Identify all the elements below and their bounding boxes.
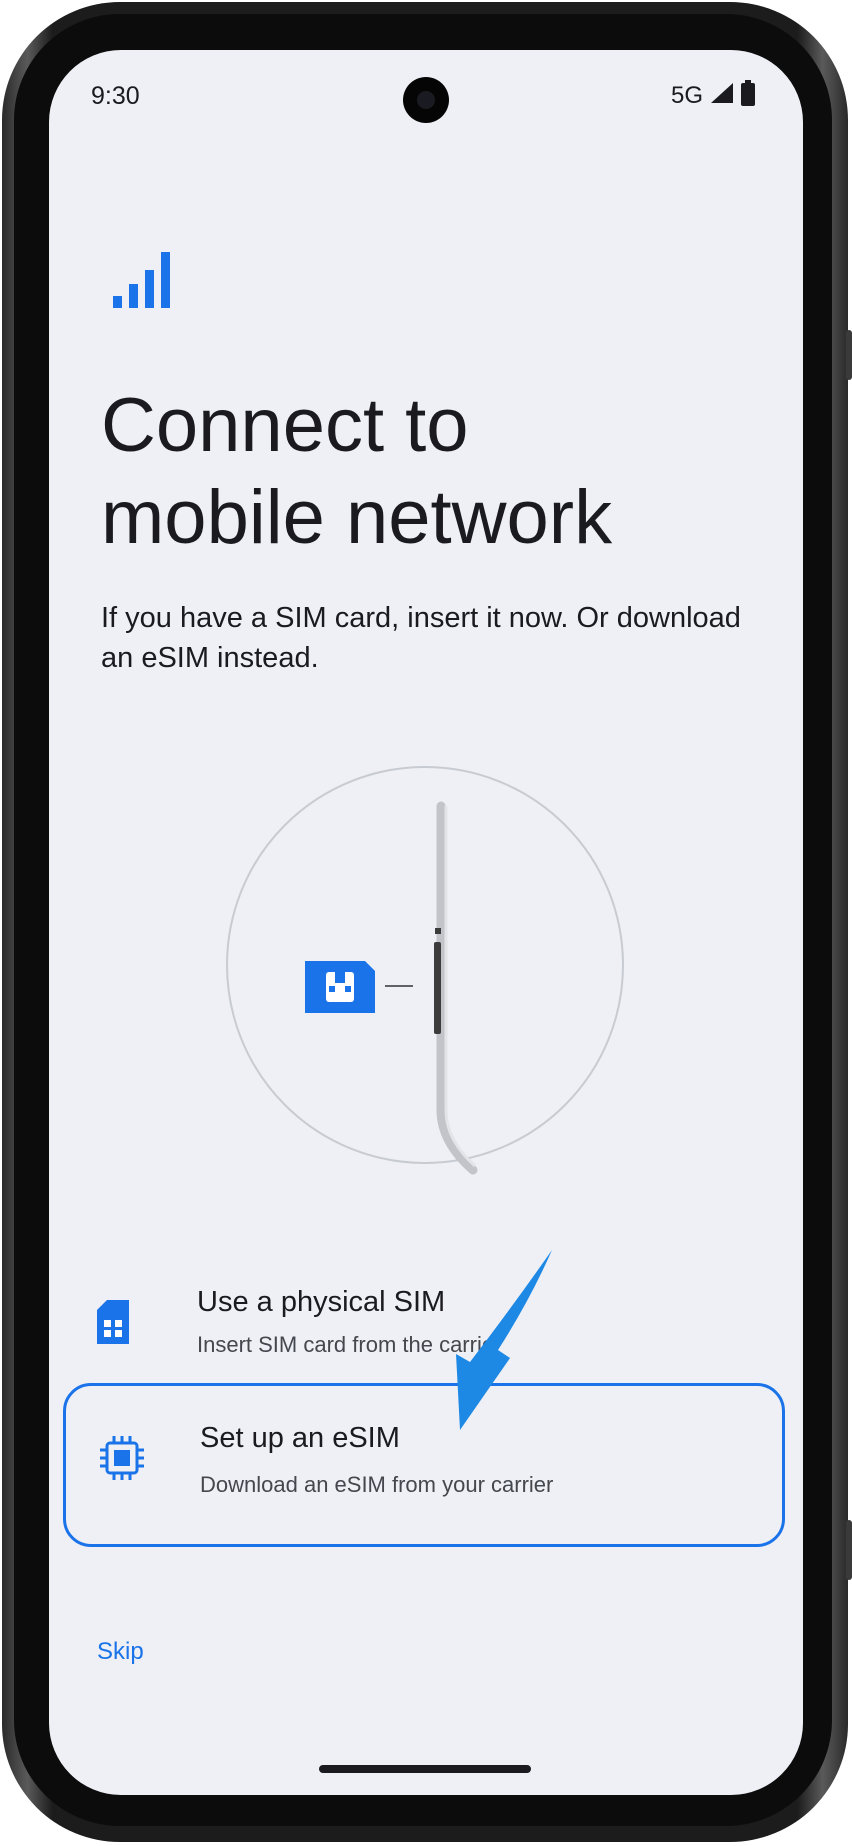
option-esim[interactable]: Set up an eSIM Download an eSIM from you…: [63, 1383, 785, 1547]
title-line-2: mobile network: [101, 475, 613, 560]
annotation-arrow-icon: [440, 1240, 560, 1445]
side-button: [846, 330, 852, 380]
side-button: [846, 1520, 852, 1580]
page-subtitle: If you have a SIM card, insert it now. O…: [101, 602, 741, 674]
home-indicator[interactable]: [319, 1765, 531, 1773]
signal-bars-icon: [113, 250, 173, 315]
option-description: Download an eSIM from your carrier: [200, 1472, 554, 1497]
phone-device: 9:30 5G Connect to mobile network If you…: [0, 0, 852, 1846]
status-time: 9:30: [91, 82, 140, 110]
front-camera: [403, 77, 449, 123]
skip-button[interactable]: Skip: [97, 1638, 144, 1666]
sim-insert-illustration: [225, 750, 625, 1180]
status-icons: 5G: [671, 80, 755, 111]
title-line-1: Connect to: [101, 383, 469, 468]
chip-icon: [100, 1436, 144, 1485]
sim-card-icon: [97, 1300, 129, 1349]
setup-screen: 9:30 5G Connect to mobile network If you…: [49, 50, 803, 1795]
option-title: Set up an eSIM: [200, 1422, 400, 1454]
page-title: Connect to mobile network: [101, 380, 751, 564]
sim-card-icon: [305, 961, 375, 1013]
battery-icon: [741, 80, 755, 111]
network-type: 5G: [670, 81, 703, 109]
signal-icon: [709, 81, 735, 110]
option-title: Use a physical SIM: [197, 1286, 446, 1318]
